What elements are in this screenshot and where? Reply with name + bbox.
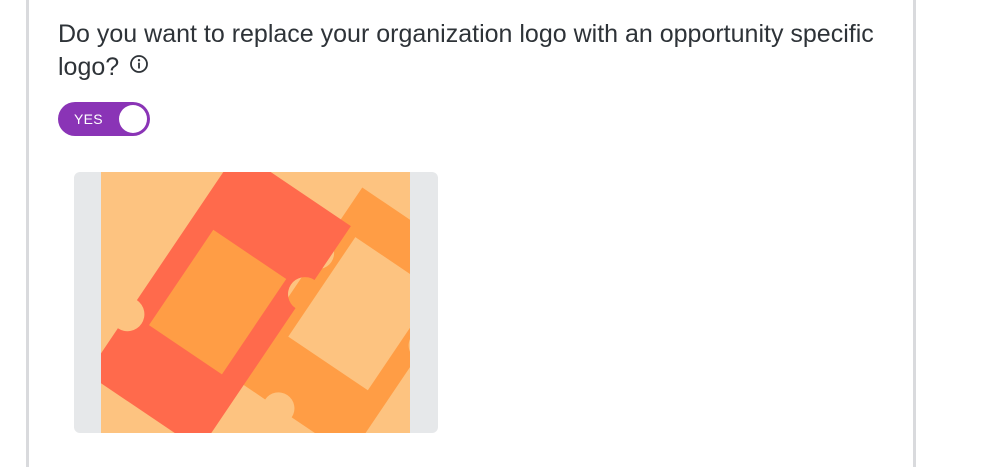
replace-logo-toggle[interactable]: YES xyxy=(58,102,150,136)
info-circle-icon[interactable] xyxy=(129,50,149,83)
logo-preview[interactable] xyxy=(74,172,438,433)
toggle-label: YES xyxy=(74,111,103,127)
page: Do you want to replace your organization… xyxy=(0,0,1000,467)
question-label: Do you want to replace your organization… xyxy=(58,18,898,84)
right-panel xyxy=(920,0,1000,467)
settings-card: Do you want to replace your organization… xyxy=(26,0,916,467)
tickets-icon xyxy=(101,172,410,433)
toggle-knob xyxy=(119,105,147,133)
question-text: Do you want to replace your organization… xyxy=(58,20,874,81)
